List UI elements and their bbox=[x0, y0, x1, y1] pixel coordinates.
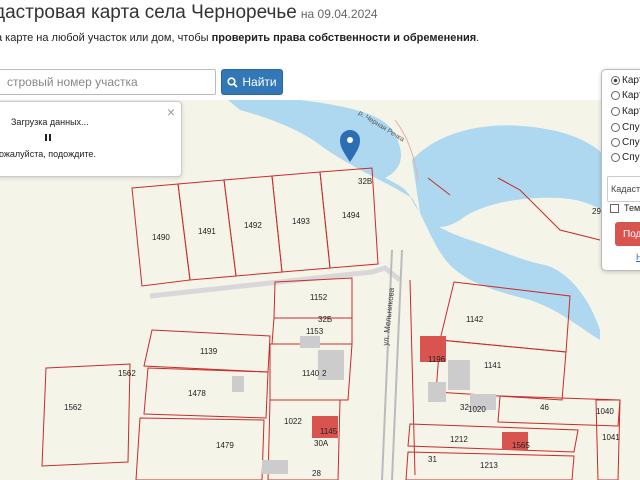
parcel-label: 1562 bbox=[118, 369, 136, 378]
layer-option-label: Спу bbox=[622, 152, 640, 163]
search-input[interactable]: стровый номер участка bbox=[0, 69, 216, 95]
parcel-label: 1565 bbox=[512, 441, 530, 450]
layer-option[interactable]: Карт bbox=[611, 90, 640, 101]
find-button-label: Найти bbox=[242, 75, 277, 89]
parcel-1479 bbox=[135, 417, 265, 480]
parcel-label: 1140 bbox=[302, 369, 320, 378]
map-labels: 1490 1491 1492 1493 1494 32В 1152 32Б 1153 1139 11… bbox=[64, 177, 620, 478]
page-subtitle: а карте на любой участок или дом, чтобы … bbox=[0, 32, 479, 44]
parcel-label: 32Б bbox=[318, 315, 332, 324]
layer-option-label: Спу bbox=[622, 122, 640, 133]
loading-popup: × Загрузка данных... ожалуйста, подождит… bbox=[0, 101, 182, 177]
river-east bbox=[412, 125, 620, 227]
radio-icon bbox=[611, 138, 620, 147]
loading-wait-text: ожалуйста, подождите. bbox=[0, 149, 96, 159]
subtitle-bold: проверить права собственности и обремене… bbox=[211, 32, 477, 44]
street-label: ул. Мельникова bbox=[381, 287, 396, 346]
loading-text: Загрузка данных... bbox=[11, 117, 89, 127]
layer-option[interactable]: Карт bbox=[611, 75, 640, 86]
parcel-label: 1145 bbox=[320, 427, 338, 436]
radio-icon bbox=[611, 123, 620, 132]
building bbox=[300, 336, 320, 348]
parcel-label: 1494 bbox=[342, 211, 360, 220]
panel-link[interactable]: Н bbox=[636, 252, 640, 262]
parcel-1562 bbox=[41, 363, 131, 467]
street-2 bbox=[391, 249, 403, 480]
radio-icon bbox=[611, 76, 620, 85]
title-text: дастровая карта села Черноречье bbox=[0, 2, 297, 23]
layer-option[interactable]: Спу bbox=[611, 137, 640, 148]
checkbox-icon bbox=[610, 203, 619, 213]
parcel-label: 1142 bbox=[466, 315, 484, 324]
parcel-label: 2 bbox=[322, 369, 327, 378]
page-title: дастровая карта села Черноречье на 09.04.… bbox=[0, 2, 378, 24]
parcel-label: 1478 bbox=[188, 389, 206, 398]
parcel-label: 1490 bbox=[152, 233, 170, 242]
layer-option-label: Карт bbox=[622, 106, 640, 117]
parcel-label: 31 bbox=[428, 455, 437, 464]
subtitle-prefix: а карте на любой участок или дом, чтобы bbox=[0, 32, 212, 44]
kadastr-input[interactable]: Кадастр bbox=[607, 176, 640, 202]
building bbox=[262, 460, 288, 474]
parcel-label: 1041 bbox=[602, 433, 620, 442]
layer-option[interactable]: Спу bbox=[611, 122, 640, 133]
parcel-label: 32В bbox=[358, 177, 372, 186]
radio-icon bbox=[611, 107, 620, 116]
building bbox=[232, 376, 244, 392]
parcel-label: 1153 bbox=[306, 327, 324, 336]
layer-option[interactable]: Спу bbox=[611, 152, 640, 163]
layer-option-label: Карт bbox=[622, 90, 640, 101]
parcel-label: 1493 bbox=[292, 217, 310, 226]
building bbox=[448, 360, 470, 390]
parcel-label: 1213 bbox=[480, 461, 498, 470]
theme-label: Тем bbox=[624, 203, 640, 213]
search-icon bbox=[227, 76, 239, 88]
subtitle-suffix: . bbox=[476, 32, 480, 44]
parcel-label: 1022 bbox=[284, 417, 302, 426]
parcel-label: 1139 bbox=[200, 347, 218, 356]
radio-icon bbox=[611, 91, 620, 100]
parcel-label: 1492 bbox=[244, 221, 262, 230]
parcel-label: 1141 bbox=[484, 361, 502, 370]
layer-option[interactable]: Карт bbox=[611, 106, 640, 117]
parcel-1212 bbox=[407, 423, 579, 453]
radio-icon bbox=[611, 153, 620, 162]
parcel-label: 1196 bbox=[428, 355, 446, 364]
theme-toggle[interactable]: Тем bbox=[610, 203, 640, 213]
parcel-label: 28 bbox=[312, 469, 321, 478]
parcel-label: 1040 bbox=[596, 407, 614, 416]
title-date: на 09.04.2024 bbox=[300, 7, 378, 21]
find-button[interactable]: Найти bbox=[221, 69, 283, 95]
parcel-label: 1152 bbox=[310, 293, 328, 302]
parcel-label: 30А bbox=[314, 439, 329, 448]
close-icon[interactable]: × bbox=[167, 104, 175, 120]
parcel-label: 1020 bbox=[468, 405, 486, 414]
layer-option-label: Карт bbox=[622, 75, 640, 86]
building bbox=[428, 382, 446, 402]
parcel-label: 1479 bbox=[216, 441, 234, 450]
spinner-icon bbox=[45, 134, 51, 141]
layer-option-label: Спу bbox=[622, 137, 640, 148]
layer-panel: Карт Карт Карт Спу Спу Спу Кадастр Тем П… bbox=[601, 69, 640, 271]
parcel-label: 1562 bbox=[64, 403, 82, 412]
parcel-label: 1491 bbox=[198, 227, 216, 236]
parcel-label: 46 bbox=[540, 403, 549, 412]
parcel-1478 bbox=[143, 367, 269, 419]
parcel-label: 1212 bbox=[450, 435, 468, 444]
street bbox=[381, 249, 393, 480]
submit-button[interactable]: Подк bbox=[615, 222, 640, 246]
